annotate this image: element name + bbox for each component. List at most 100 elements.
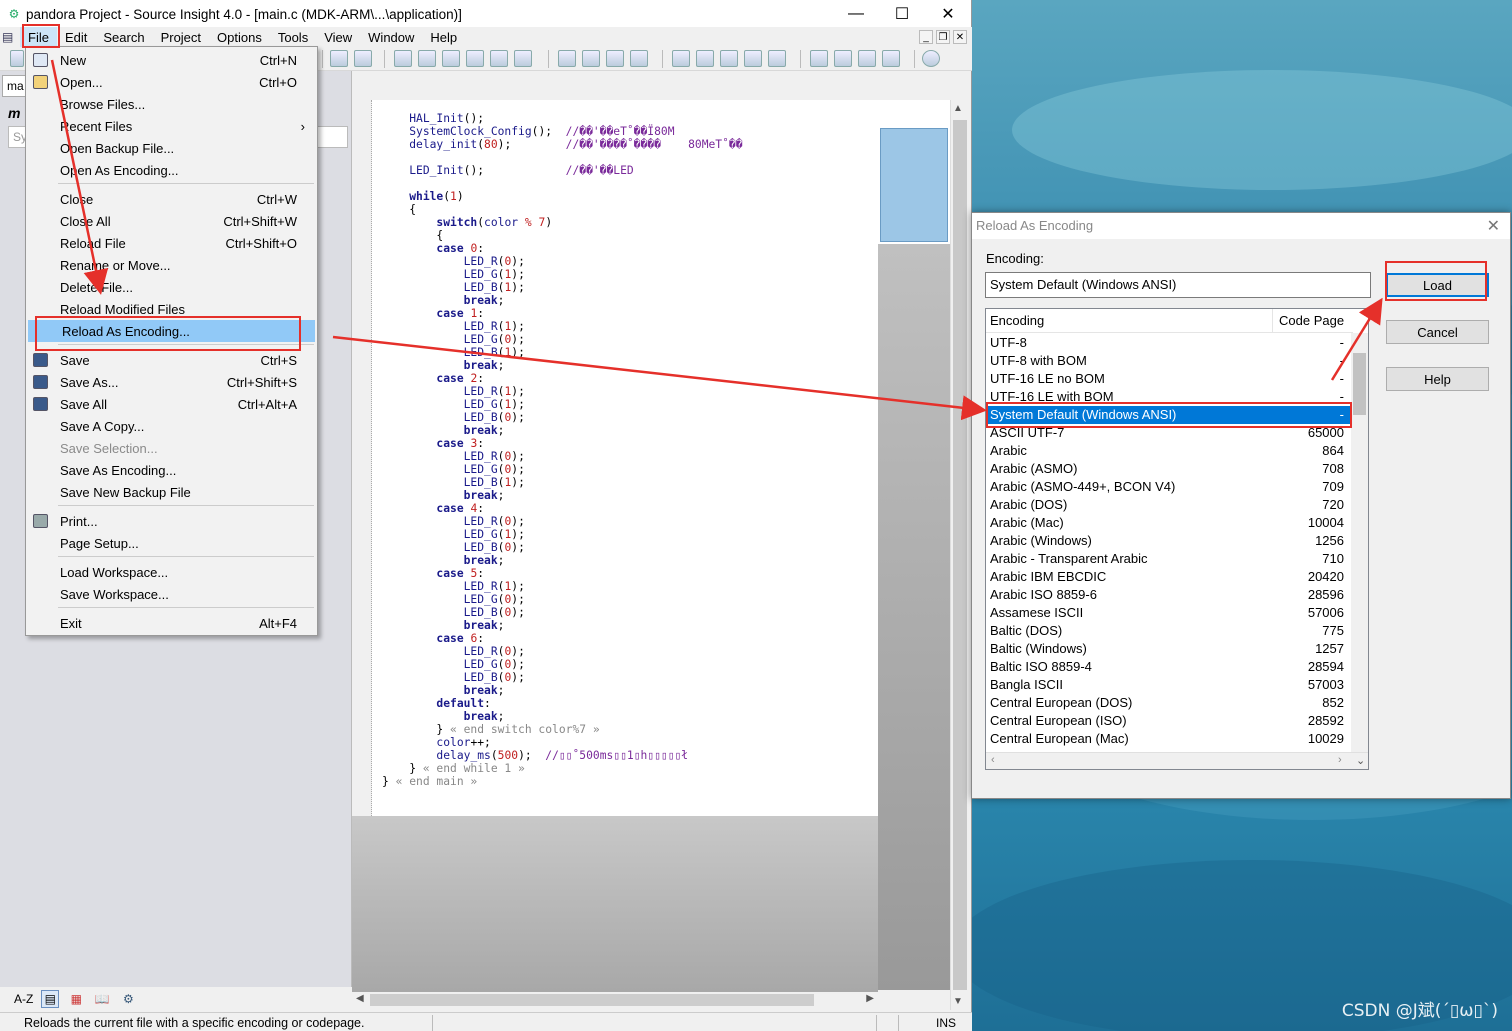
maximize-button[interactable]: ☐ xyxy=(879,0,925,28)
r-icon[interactable] xyxy=(768,50,786,67)
menu-project[interactable]: Project xyxy=(153,27,209,47)
encoding-field[interactable]: System Default (Windows ANSI) xyxy=(985,272,1371,298)
menu-search[interactable]: Search xyxy=(95,27,152,47)
menu-item-delete-file[interactable]: Delete File... xyxy=(26,276,317,298)
scroll-thumb[interactable] xyxy=(953,120,967,990)
context-icon[interactable] xyxy=(672,50,690,67)
book-icon[interactable] xyxy=(720,50,738,67)
bookmark-icon[interactable] xyxy=(630,50,648,67)
menu-help[interactable]: Help xyxy=(422,27,465,47)
menu-item-new[interactable]: New Ctrl+N xyxy=(26,49,317,71)
encoding-row[interactable]: Central European (ISO) 28592 xyxy=(986,712,1353,730)
list-horizontal-scrollbar[interactable]: ‹ › ⌄ xyxy=(986,752,1368,769)
menu-item-open-as-encoding[interactable]: Open As Encoding... xyxy=(26,159,317,181)
back-icon[interactable] xyxy=(10,50,24,67)
menu-item-close[interactable]: Close Ctrl+W xyxy=(26,188,317,210)
jump-back-icon[interactable] xyxy=(558,50,576,67)
system-menu-icon[interactable]: ▤ xyxy=(0,30,18,44)
menu-item-exit[interactable]: Exit Alt+F4 xyxy=(26,612,317,634)
encoding-row[interactable]: UTF-8 - xyxy=(986,334,1353,352)
cancel-button[interactable]: Cancel xyxy=(1386,320,1489,344)
layout-rows-icon[interactable] xyxy=(834,50,852,67)
menu-item-save-as-encoding[interactable]: Save As Encoding... xyxy=(26,459,317,481)
replace-icon[interactable] xyxy=(490,50,508,67)
menu-item-rename-or-move[interactable]: Rename or Move... xyxy=(26,254,317,276)
encoding-row[interactable]: Baltic (DOS) 775 xyxy=(986,622,1353,640)
menu-edit[interactable]: Edit xyxy=(57,27,95,47)
menu-item-save-a-copy[interactable]: Save A Copy... xyxy=(26,415,317,437)
minimize-button[interactable]: — xyxy=(833,0,879,28)
encoding-row[interactable]: Arabic (Mac) 10004 xyxy=(986,514,1353,532)
search-project-icon[interactable] xyxy=(442,50,460,67)
menu-item-browse-files[interactable]: Browse Files... xyxy=(26,93,317,115)
list-scroll-thumb[interactable] xyxy=(1353,353,1366,415)
encoding-row[interactable]: Assamese ISCII 57006 xyxy=(986,604,1353,622)
encoding-row[interactable]: Arabic (Windows) 1256 xyxy=(986,532,1353,550)
relation-icon[interactable] xyxy=(696,50,714,67)
close-button[interactable]: ✕ xyxy=(925,0,971,28)
web-search-icon[interactable] xyxy=(514,50,532,67)
settings-gear-icon[interactable]: ⚙ xyxy=(119,990,137,1008)
encoding-row[interactable]: Arabic (ASMO) 708 xyxy=(986,460,1353,478)
column-encoding[interactable]: Encoding xyxy=(990,313,1044,328)
list-view-icon[interactable]: ▤ xyxy=(41,990,60,1008)
encoding-row[interactable]: UTF-16 LE no BOM - xyxy=(986,370,1353,388)
search-icon[interactable] xyxy=(394,50,412,67)
encoding-row[interactable]: Bangla ISCII 57003 xyxy=(986,676,1353,694)
menu-item-page-setup[interactable]: Page Setup... xyxy=(26,532,317,554)
lookup-icon[interactable] xyxy=(466,50,484,67)
layout-split-icon[interactable] xyxy=(858,50,876,67)
bookmark-list-icon[interactable] xyxy=(606,50,624,67)
dialog-close-icon[interactable]: ✕ xyxy=(1487,216,1500,236)
menu-item-load-workspace[interactable]: Load Workspace... xyxy=(26,561,317,583)
vertical-scrollbar[interactable]: ▲ ▼ xyxy=(950,100,968,1010)
code-overview[interactable] xyxy=(878,100,950,990)
menu-item-print[interactable]: Print... xyxy=(26,510,317,532)
windows-icon[interactable] xyxy=(882,50,900,67)
menu-tools[interactable]: Tools xyxy=(270,27,316,47)
overview-viewport[interactable] xyxy=(880,128,948,242)
encoding-row[interactable]: Arabic - Transparent Arabic 710 xyxy=(986,550,1353,568)
menu-item-save-new-backup-file[interactable]: Save New Backup File xyxy=(26,481,317,503)
encoding-row[interactable]: Arabic (DOS) 720 xyxy=(986,496,1353,514)
scroll-left-arrow-icon[interactable]: ‹ xyxy=(991,754,995,766)
mdi-close-button[interactable]: ✕ xyxy=(953,30,967,44)
encoding-row[interactable]: Baltic (Windows) 1257 xyxy=(986,640,1353,658)
project-icon[interactable] xyxy=(922,50,940,67)
menu-item-open[interactable]: Open... Ctrl+O xyxy=(26,71,317,93)
layout-grid-icon[interactable] xyxy=(810,50,828,67)
encoding-row[interactable]: Central European (DOS) 852 xyxy=(986,694,1353,712)
encoding-row[interactable]: UTF-8 with BOM - xyxy=(986,352,1353,370)
menu-window[interactable]: Window xyxy=(360,27,422,47)
mdi-minimize-button[interactable]: _ xyxy=(919,30,933,44)
search-files-icon[interactable] xyxy=(418,50,436,67)
list-vertical-scrollbar[interactable] xyxy=(1351,333,1368,763)
encoding-row[interactable]: Baltic ISO 8859-4 28594 xyxy=(986,658,1353,676)
categories-icon[interactable]: ▦ xyxy=(67,990,85,1008)
scroll-right-arrow-icon[interactable]: › xyxy=(1338,754,1342,766)
scroll-up-arrow-icon[interactable]: ▲ xyxy=(953,103,963,114)
encoding-row[interactable]: Arabic ISO 8859-6 28596 xyxy=(986,586,1353,604)
undo-icon[interactable] xyxy=(330,50,348,67)
redo-icon[interactable] xyxy=(354,50,372,67)
menu-item-save[interactable]: Save Ctrl+S xyxy=(26,349,317,371)
column-code-page[interactable]: Code Page xyxy=(1279,313,1344,328)
scroll-right-arrow-icon[interactable]: ▶ xyxy=(866,993,874,1004)
scroll-down-arrow-icon[interactable]: ▼ xyxy=(953,996,963,1007)
horizontal-scrollbar[interactable]: ◀ ▶ xyxy=(352,992,878,1008)
menu-item-close-all[interactable]: Close All Ctrl+Shift+W xyxy=(26,210,317,232)
encoding-row[interactable]: Arabic IBM EBCDIC 20420 xyxy=(986,568,1353,586)
menu-item-open-backup-file[interactable]: Open Backup File... xyxy=(26,137,317,159)
encoding-row[interactable]: Arabic (ASMO-449+, BCON V4) 709 xyxy=(986,478,1353,496)
encoding-row[interactable]: Central European (Mac) 10029 xyxy=(986,730,1353,748)
sort-az-icon[interactable]: A-Z xyxy=(14,990,33,1008)
hscroll-thumb[interactable] xyxy=(370,994,814,1006)
scroll-down-arrow-icon[interactable]: ⌄ xyxy=(1356,754,1365,767)
encoding-list[interactable]: Encoding Code Page UTF-8 - UTF-8 with BOM -… xyxy=(985,308,1369,770)
code-editor[interactable]: HAL_Init(); SystemClock_Config(); //��'�… xyxy=(352,100,878,816)
menu-item-reload-file[interactable]: Reload File Ctrl+Shift+O xyxy=(26,232,317,254)
menu-view[interactable]: View xyxy=(316,27,360,47)
menu-item-save-all[interactable]: Save All Ctrl+Alt+A xyxy=(26,393,317,415)
book-icon[interactable]: 📖 xyxy=(93,990,111,1008)
scroll-left-arrow-icon[interactable]: ◀ xyxy=(356,993,364,1004)
